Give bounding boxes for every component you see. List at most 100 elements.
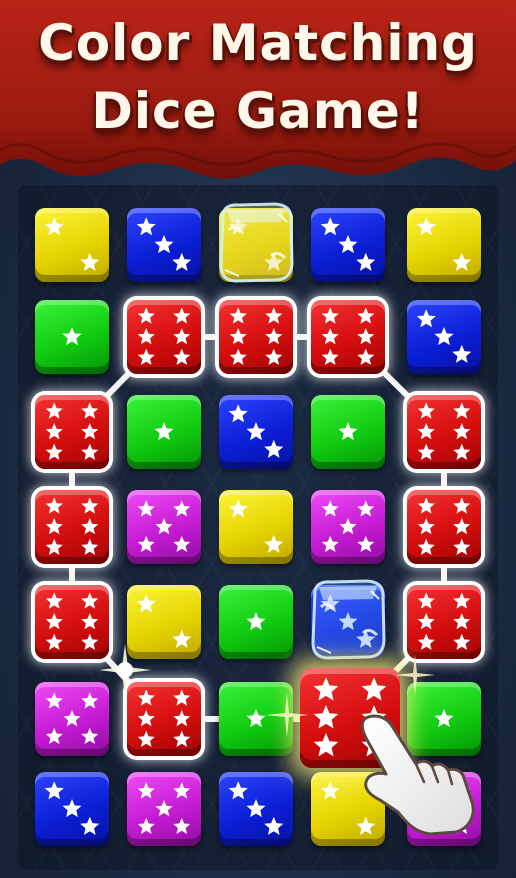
star-icon	[452, 344, 472, 363]
star-icon	[136, 594, 156, 613]
star-icon	[81, 423, 99, 440]
star-icon	[44, 781, 64, 800]
star-icon	[81, 518, 99, 535]
star-icon	[265, 307, 283, 324]
die-red-6[interactable]	[127, 300, 201, 374]
star-icon	[173, 328, 191, 345]
die-green-1[interactable]	[219, 585, 293, 659]
die-blue-3[interactable]	[35, 772, 109, 846]
star-icon	[417, 497, 435, 514]
star-icon	[321, 535, 339, 552]
star-icon	[45, 727, 63, 744]
star-icon	[45, 497, 63, 514]
star-icon	[453, 443, 471, 460]
die-green-1[interactable]	[127, 395, 201, 469]
die-red-6[interactable]	[407, 490, 481, 564]
star-icon	[321, 500, 339, 517]
star-icon	[453, 592, 471, 609]
star-icon	[417, 518, 435, 535]
star-icon	[155, 518, 173, 535]
star-icon	[357, 500, 375, 517]
star-icon	[45, 613, 63, 630]
star-icon	[228, 404, 248, 423]
star-icon	[229, 328, 247, 345]
die-yellow-2[interactable]	[35, 208, 109, 282]
star-icon	[228, 781, 248, 800]
star-icon	[453, 538, 471, 555]
star-icon	[63, 710, 81, 727]
die-yellow-2[interactable]	[219, 490, 293, 564]
star-icon	[320, 781, 340, 800]
die-red-6[interactable]	[407, 585, 481, 659]
star-icon	[81, 497, 99, 514]
die-yellow-2[interactable]	[407, 208, 481, 282]
star-icon	[417, 443, 435, 460]
star-icon	[62, 327, 82, 346]
star-icon	[154, 235, 174, 254]
title-line-1: Color Matching	[38, 14, 478, 72]
star-icon	[45, 538, 63, 555]
star-icon	[45, 443, 63, 460]
star-icon	[357, 328, 375, 345]
star-icon	[228, 499, 248, 518]
star-icon	[356, 252, 376, 271]
star-icon	[338, 235, 358, 254]
star-icon	[45, 592, 63, 609]
star-icon	[265, 348, 283, 365]
sparkle-icon	[395, 655, 435, 695]
star-icon	[417, 592, 435, 609]
star-icon	[136, 217, 156, 236]
pointing-hand-icon	[360, 714, 475, 836]
star-icon	[246, 799, 266, 818]
star-icon	[453, 633, 471, 650]
star-icon	[229, 307, 247, 324]
die-red-6[interactable]	[219, 300, 293, 374]
die-blue-3[interactable]	[127, 208, 201, 282]
star-icon	[416, 217, 436, 236]
star-icon	[339, 518, 357, 535]
star-icon	[321, 348, 339, 365]
star-icon	[452, 252, 472, 271]
star-icon	[81, 443, 99, 460]
title-banner: Color Matching Dice Game!	[0, 0, 516, 190]
star-icon	[173, 307, 191, 324]
star-icon	[172, 629, 192, 648]
star-icon	[417, 613, 435, 630]
star-icon	[173, 689, 191, 706]
star-icon	[80, 252, 100, 271]
star-icon	[81, 727, 99, 744]
die-blue-3[interactable]	[311, 208, 385, 282]
star-icon	[453, 423, 471, 440]
star-icon	[417, 423, 435, 440]
star-icon	[229, 348, 247, 365]
star-icon	[137, 535, 155, 552]
star-icon	[172, 252, 192, 271]
die-blue-3[interactable]	[407, 300, 481, 374]
star-icon	[416, 309, 436, 328]
star-icon	[173, 817, 191, 834]
die-magenta-5[interactable]	[127, 772, 201, 846]
star-icon	[453, 402, 471, 419]
star-icon	[45, 402, 63, 419]
die-red-6[interactable]	[311, 300, 385, 374]
star-icon	[45, 633, 63, 650]
star-icon	[45, 518, 63, 535]
die-magenta-5[interactable]	[127, 490, 201, 564]
star-icon	[417, 538, 435, 555]
star-icon	[137, 348, 155, 365]
die-green-1[interactable]	[311, 395, 385, 469]
die-red-6[interactable]	[35, 490, 109, 564]
star-icon	[173, 730, 191, 747]
die-blue-3[interactable]	[219, 772, 293, 846]
star-icon	[417, 633, 435, 650]
star-icon	[265, 328, 283, 345]
die-blue-3[interactable]	[219, 395, 293, 469]
die-red-6[interactable]	[407, 395, 481, 469]
star-icon	[246, 422, 266, 441]
die-green-1[interactable]	[35, 300, 109, 374]
die-magenta-5[interactable]	[311, 490, 385, 564]
star-icon	[453, 613, 471, 630]
die-red-6[interactable]	[35, 395, 109, 469]
star-icon	[313, 705, 339, 729]
star-icon	[173, 710, 191, 727]
